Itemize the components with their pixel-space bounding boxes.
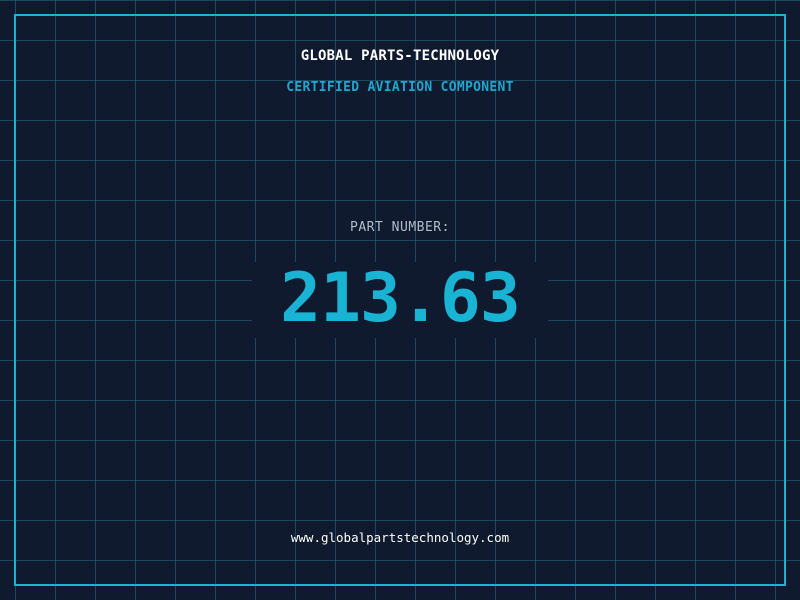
company-name: GLOBAL PARTS-TECHNOLOGY xyxy=(300,48,500,64)
part-number-label: PART NUMBER: xyxy=(350,220,450,235)
part-number-value: 213.63 xyxy=(280,259,521,338)
website-url: www.globalpartstechnology.com xyxy=(290,530,510,545)
certification-tagline: CERTIFIED AVIATION COMPONENT xyxy=(286,80,514,95)
